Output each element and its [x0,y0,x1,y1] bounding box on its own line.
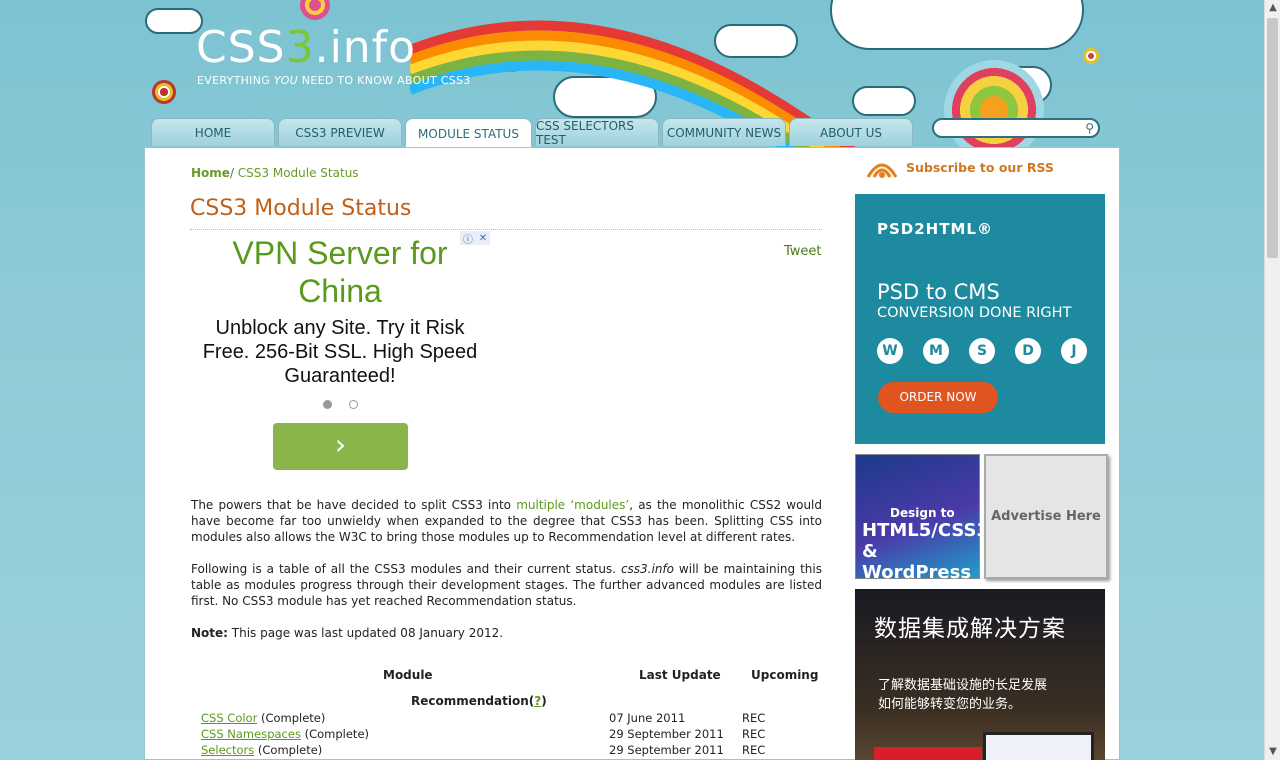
breadcrumb-current: CSS3 Module Status [233,166,359,180]
scroll-up-icon[interactable]: ▲ [1265,0,1280,16]
cn-ad-screenshot [983,732,1094,760]
tab-home[interactable]: HOME [151,118,275,146]
tab-community-news[interactable]: COMMUNITY NEWS [662,118,786,146]
page-title: CSS3 Module Status [190,196,412,221]
update-note: Note: This page was last updated 08 Janu… [191,626,504,640]
ad-body: Unblock any Site. Try it Risk Free. 256-… [202,317,478,387]
table-row: CSS Color (Complete) 07 June 2011 REC [201,711,766,725]
scroll-down-icon[interactable]: ▼ [1265,744,1280,760]
ring-decoration [1083,48,1099,64]
cn-ad-button[interactable] [874,747,982,760]
column-header-last-update: Last Update [639,668,721,682]
chevron-right-icon: › [334,428,347,461]
ring-decoration [152,80,176,104]
cn-ad-subtext: 了解数据基础设施的长足发展 如何能够转变您的业务。 [878,678,1048,712]
magento-icon: M [923,338,949,364]
ad-headline[interactable]: VPN Server for China [190,234,490,310]
breadcrumb-home-link[interactable]: Home [191,166,230,180]
site-tagline: EVERYTHING YOU NEED TO KNOW ABOUT CSS3 [197,74,471,87]
section-recommendation: Recommendation(?) [411,694,547,708]
search-input[interactable]: ⚲ [932,118,1100,138]
psd2html-ad[interactable]: PSD2HTML® PSD to CMS CONVERSION DONE RIG… [855,194,1105,444]
tab-css-selectors-test[interactable]: CSS SELECTORS TEST [535,118,659,147]
advertise-here-box[interactable]: Advertise Here [984,454,1108,579]
cloud-decoration [145,8,203,34]
data-integration-ad[interactable]: 数据集成解决方案 了解数据基础设施的长足发展 如何能够转变您的业务。 [855,589,1105,760]
intro-paragraph-1: The powers that be have decided to split… [191,498,822,544]
scroll-thumb[interactable] [1267,18,1278,258]
row-upcoming: REC [742,727,766,741]
rss-icon [866,163,898,178]
cms-icons: W M S D J [877,338,1087,364]
row-date: 29 September 2011 [609,727,724,741]
table-row: CSS Namespaces (Complete) 29 September 2… [201,727,766,741]
module-link[interactable]: CSS Color [201,711,257,725]
module-link[interactable]: Selectors [201,743,254,757]
html5-ad-line-1: Design to [890,506,955,520]
tab-about-us[interactable]: ABOUT US [789,118,913,146]
row-date: 07 June 2011 [609,711,686,725]
rss-label[interactable]: Subscribe to our RSS [906,160,1054,175]
table-row: Selectors (Complete) 29 September 2011 R… [201,743,766,757]
module-link[interactable]: CSS Namespaces [201,727,301,741]
carousel-dot[interactable] [349,400,358,409]
row-upcoming: REC [742,743,766,757]
magnifier-icon[interactable]: ⚲ [1085,121,1094,135]
intro-paragraph-2: Following is a table of all the CSS3 mod… [191,562,822,608]
column-header-upcoming: Upcoming [751,668,819,682]
tab-css3-preview[interactable]: CSS3 PREVIEW [278,118,402,146]
psd-ad-line-1: PSD to CMS [877,280,1000,304]
psd2html-logo: PSD2HTML® [877,220,993,238]
main-nav: HOME CSS3 PREVIEW MODULE STATUS CSS SELE… [151,118,913,148]
title-divider [190,229,822,230]
carousel-dot-active[interactable] [323,400,332,409]
row-upcoming: REC [742,711,766,725]
html5-ad-line-2: HTML5/CSS3 & WordPress [862,520,990,583]
ring-decoration [944,60,1044,160]
ad-go-button[interactable]: › [273,423,408,470]
drupal-icon: D [1015,338,1041,364]
tab-module-status[interactable]: MODULE STATUS [405,118,532,148]
column-header-module: Module [383,668,433,682]
modules-link[interactable]: multiple ‘modules’ [516,498,629,512]
wordpress-icon: W [877,338,903,364]
vpn-ad[interactable]: ⓘ ✕ VPN Server for China Unblock any Site… [190,231,490,482]
cn-ad-headline: 数据集成解决方案 [874,616,1066,642]
rss-subscribe[interactable]: Subscribe to our RSS [866,155,1054,179]
site-logo[interactable]: CSS3.info [196,22,416,73]
html5-wordpress-ad[interactable]: Design to HTML5/CSS3 & WordPress [855,454,989,583]
psd-ad-line-2: CONVERSION DONE RIGHT [877,305,1072,321]
breadcrumb: Home/ CSS3 Module Status [191,166,359,180]
shopify-icon: S [969,338,995,364]
order-now-button[interactable]: ORDER NOW [878,382,998,413]
page-scrollbar[interactable]: ▲ ▼ [1264,0,1280,760]
joomla-icon: J [1061,338,1087,364]
tweet-button[interactable]: Tweet [784,244,822,259]
row-date: 29 September 2011 [609,743,724,757]
